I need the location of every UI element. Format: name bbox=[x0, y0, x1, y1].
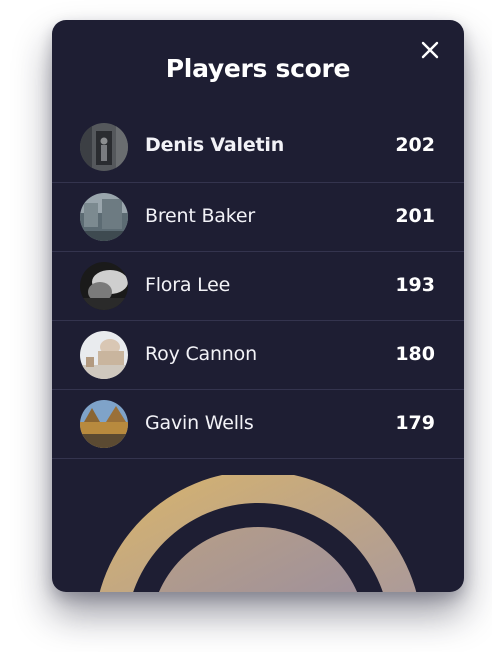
player-name: Flora Lee bbox=[145, 274, 231, 296]
decorative-arc bbox=[99, 475, 417, 592]
avatar bbox=[80, 400, 128, 448]
player-name: Denis Valetin bbox=[145, 134, 285, 156]
player-score: 201 bbox=[395, 205, 435, 227]
player-row[interactable]: Roy Cannon 180 bbox=[52, 321, 464, 390]
player-name: Brent Baker bbox=[145, 205, 255, 227]
player-row[interactable]: Flora Lee 193 bbox=[52, 252, 464, 321]
player-row[interactable]: Gavin Wells 179 bbox=[52, 390, 464, 459]
player-score: 179 bbox=[395, 412, 435, 434]
players-score-modal: Players score Denis Valetin 202 Brent Ba… bbox=[52, 20, 464, 592]
player-score: 193 bbox=[395, 274, 435, 296]
avatar bbox=[80, 331, 128, 379]
player-row[interactable]: Brent Baker 201 bbox=[52, 183, 464, 252]
player-score: 180 bbox=[395, 343, 435, 365]
player-name: Roy Cannon bbox=[145, 343, 257, 365]
avatar bbox=[80, 262, 128, 310]
player-score: 202 bbox=[395, 134, 435, 156]
player-name: Gavin Wells bbox=[145, 412, 254, 434]
player-row[interactable]: Denis Valetin 202 bbox=[52, 123, 464, 183]
avatar bbox=[80, 123, 128, 171]
inner-arc-shape bbox=[158, 527, 358, 592]
modal-title: Players score bbox=[165, 54, 351, 83]
players-list: Denis Valetin 202 Brent Baker 201 Flora … bbox=[52, 123, 464, 459]
avatar bbox=[80, 193, 128, 241]
